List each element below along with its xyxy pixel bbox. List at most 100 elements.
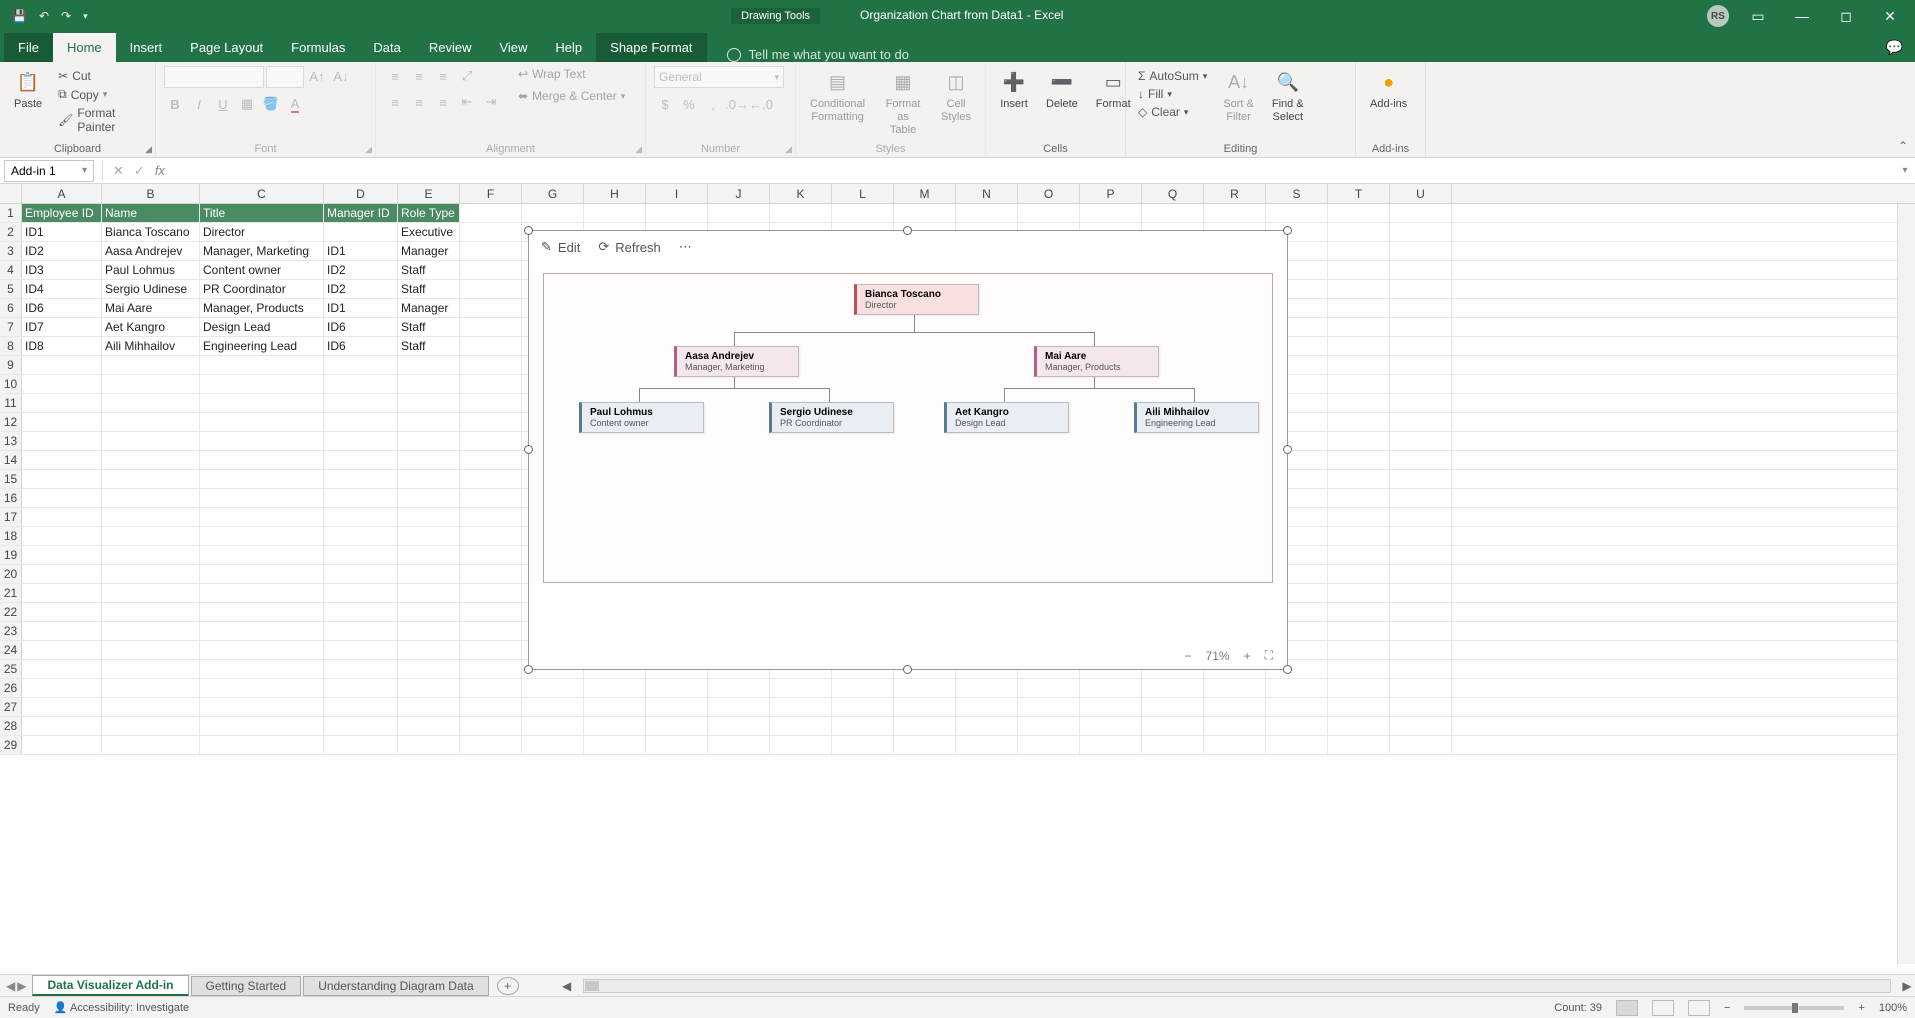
cell[interactable]: [770, 679, 832, 697]
cell[interactable]: ID4: [22, 280, 102, 298]
tab-file[interactable]: File: [4, 33, 53, 62]
cell[interactable]: [1390, 337, 1452, 355]
cell[interactable]: [200, 470, 324, 488]
cell[interactable]: [708, 717, 770, 735]
cell[interactable]: Staff: [398, 261, 460, 279]
cell[interactable]: Title: [200, 204, 324, 222]
bold-button[interactable]: B: [164, 94, 186, 114]
increase-font-icon[interactable]: A↑: [306, 66, 328, 86]
cell[interactable]: [460, 508, 522, 526]
cell[interactable]: [460, 470, 522, 488]
cell[interactable]: [102, 432, 200, 450]
cell[interactable]: [1390, 204, 1452, 222]
row-header[interactable]: 14: [0, 451, 22, 469]
cell[interactable]: [708, 204, 770, 222]
cell[interactable]: [1390, 375, 1452, 393]
cell[interactable]: [832, 679, 894, 697]
cell[interactable]: [1328, 565, 1390, 583]
cell[interactable]: [22, 584, 102, 602]
cell[interactable]: [894, 679, 956, 697]
cell[interactable]: [324, 527, 398, 545]
spreadsheet-grid[interactable]: ABCDEFGHIJKLMNOPQRSTU 1Employee IDNameTi…: [0, 184, 1915, 964]
cell[interactable]: [102, 546, 200, 564]
cell[interactable]: Bianca Toscano: [102, 223, 200, 241]
visio-addin-object[interactable]: ✎Edit ⟳Refresh ⋯ Bianca Toscano Director: [528, 230, 1288, 670]
cell[interactable]: [324, 603, 398, 621]
cell[interactable]: [894, 204, 956, 222]
cell[interactable]: [22, 394, 102, 412]
zoom-in-icon[interactable]: +: [1858, 1002, 1864, 1014]
resize-handle[interactable]: [1283, 665, 1292, 674]
column-header[interactable]: I: [646, 184, 708, 203]
cell[interactable]: Manager, Marketing: [200, 242, 324, 260]
cell[interactable]: [324, 451, 398, 469]
cell[interactable]: [1390, 698, 1452, 716]
cell[interactable]: [1390, 736, 1452, 754]
decrease-font-icon[interactable]: A↓: [330, 66, 352, 86]
row-header[interactable]: 3: [0, 242, 22, 260]
resize-handle[interactable]: [524, 445, 533, 454]
cell[interactable]: Aasa Andrejev: [102, 242, 200, 260]
paste-button[interactable]: 📋 Paste: [8, 66, 48, 113]
cell[interactable]: [1328, 508, 1390, 526]
page-layout-view-icon[interactable]: [1652, 1000, 1674, 1016]
cell[interactable]: Manager ID: [324, 204, 398, 222]
cell[interactable]: [102, 565, 200, 583]
cell[interactable]: [398, 679, 460, 697]
column-header[interactable]: B: [102, 184, 200, 203]
cell[interactable]: [200, 451, 324, 469]
tab-data[interactable]: Data: [359, 33, 414, 62]
cell[interactable]: [460, 280, 522, 298]
expand-formula-bar-icon[interactable]: ▾: [1895, 165, 1915, 176]
cell[interactable]: [200, 679, 324, 697]
cell[interactable]: [1328, 622, 1390, 640]
cell[interactable]: Manager: [398, 299, 460, 317]
cell[interactable]: [646, 736, 708, 754]
sheet-tab[interactable]: Data Visualizer Add-in: [32, 975, 188, 996]
cell[interactable]: ID1: [324, 299, 398, 317]
tab-home[interactable]: Home: [53, 33, 116, 62]
accessibility-status[interactable]: 👤 Accessibility: Investigate: [54, 1001, 189, 1014]
cell[interactable]: [1390, 356, 1452, 374]
cell[interactable]: [894, 698, 956, 716]
cell[interactable]: [398, 394, 460, 412]
cell[interactable]: [1390, 413, 1452, 431]
cell[interactable]: [1204, 204, 1266, 222]
sheet-tab[interactable]: Understanding Diagram Data: [303, 976, 488, 996]
cell[interactable]: [460, 394, 522, 412]
cell[interactable]: [708, 736, 770, 754]
row-header[interactable]: 12: [0, 413, 22, 431]
cell[interactable]: [1390, 622, 1452, 640]
cell[interactable]: ID1: [324, 242, 398, 260]
column-header[interactable]: K: [770, 184, 832, 203]
percent-format-icon[interactable]: %: [678, 94, 700, 114]
cell[interactable]: [1328, 204, 1390, 222]
cell[interactable]: [102, 698, 200, 716]
cell[interactable]: [102, 641, 200, 659]
cell[interactable]: [22, 641, 102, 659]
cell[interactable]: ID7: [22, 318, 102, 336]
cell[interactable]: [460, 565, 522, 583]
cell[interactable]: [398, 546, 460, 564]
row-header[interactable]: 10: [0, 375, 22, 393]
cell[interactable]: [398, 641, 460, 659]
org-node-staff[interactable]: Sergio Udinese PR Coordinator: [769, 402, 894, 433]
zoom-in-icon[interactable]: +: [1244, 649, 1251, 663]
cell[interactable]: [584, 204, 646, 222]
cell[interactable]: [102, 489, 200, 507]
row-header[interactable]: 5: [0, 280, 22, 298]
cell[interactable]: Executive: [398, 223, 460, 241]
align-bottom-icon[interactable]: ≡: [432, 66, 454, 86]
tab-view[interactable]: View: [485, 33, 541, 62]
row-header[interactable]: 17: [0, 508, 22, 526]
org-node-manager[interactable]: Aasa Andrejev Manager, Marketing: [674, 346, 799, 377]
cell[interactable]: [1328, 698, 1390, 716]
user-avatar[interactable]: RS: [1707, 5, 1729, 27]
cell[interactable]: [460, 660, 522, 678]
cell[interactable]: [200, 356, 324, 374]
row-header[interactable]: 1: [0, 204, 22, 222]
new-sheet-button[interactable]: +: [497, 977, 519, 995]
dialog-launcher-icon[interactable]: ◢: [785, 144, 792, 155]
sheet-tab[interactable]: Getting Started: [191, 976, 302, 996]
collapse-ribbon-icon[interactable]: ⌃: [1891, 62, 1915, 157]
